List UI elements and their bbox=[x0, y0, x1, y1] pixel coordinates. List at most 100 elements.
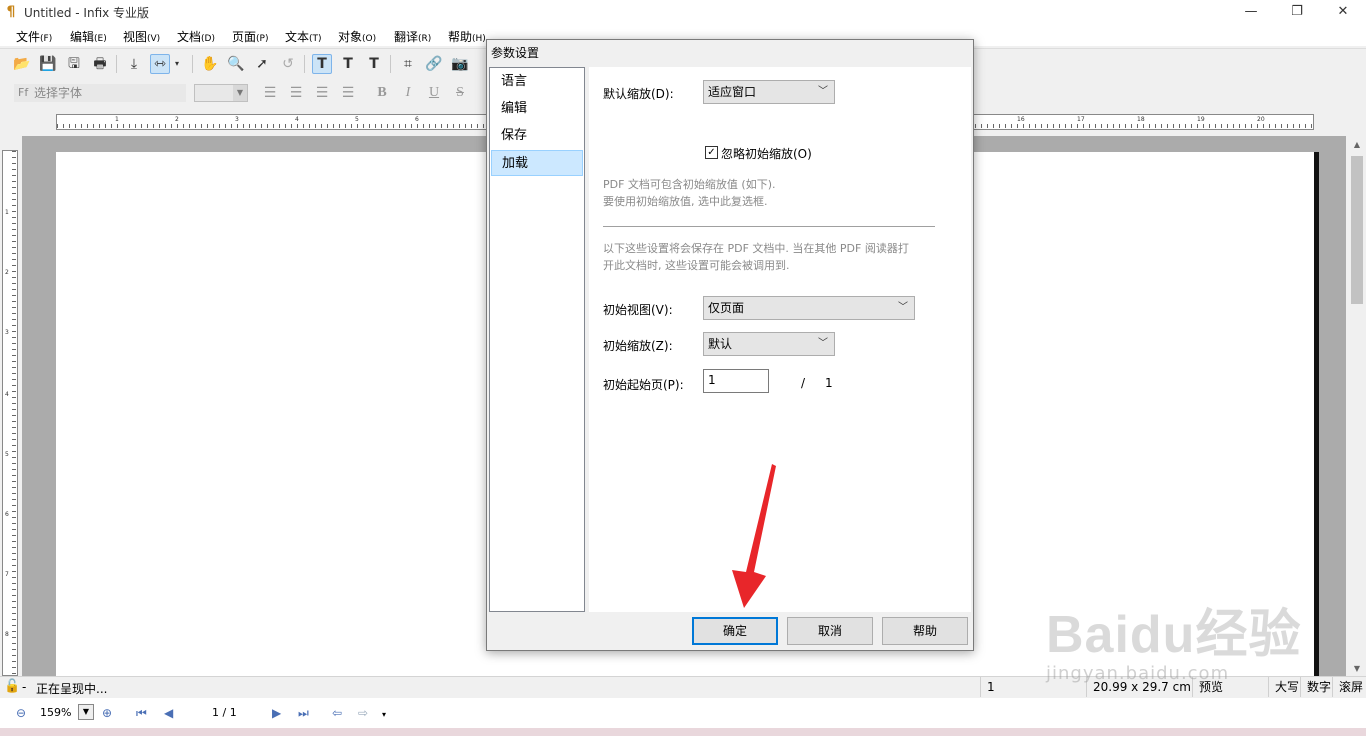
default-zoom-value: 适应窗口 bbox=[708, 85, 757, 99]
zoom-level: 159% bbox=[40, 706, 72, 719]
maximize-button[interactable]: ❐ bbox=[1274, 0, 1320, 24]
next-page-icon[interactable]: ▶ bbox=[272, 706, 281, 720]
ruler-number: 6 bbox=[415, 116, 419, 123]
font-size-select[interactable]: ▼ bbox=[194, 84, 248, 102]
close-button[interactable]: ✕ bbox=[1320, 0, 1366, 24]
save-as-icon[interactable]: 🖫 bbox=[64, 54, 84, 74]
watermark-logo: Baidu经验 bbox=[1046, 606, 1302, 664]
snapshot-icon[interactable]: 📷 bbox=[450, 54, 470, 74]
lock-icon: 🔓 bbox=[4, 679, 21, 694]
scrollbar-thumb[interactable] bbox=[1351, 156, 1363, 304]
navigation-bar: ⊖ 159% ▼ ⊕ ⏮ ◀ 1 / 1 ▶ ⏭ ⇦ ⇨ ▾ bbox=[0, 698, 1366, 728]
cancel-button[interactable]: 取消 bbox=[787, 617, 873, 645]
forward-icon[interactable]: ⇨ bbox=[358, 706, 368, 720]
export-icon[interactable]: ⤓ bbox=[124, 54, 144, 74]
text-tool-icon[interactable]: T bbox=[312, 54, 332, 74]
underline-button[interactable]: U bbox=[424, 84, 444, 102]
link-icon[interactable]: 🔗 bbox=[424, 54, 444, 74]
prev-page-icon[interactable]: ◀ bbox=[164, 706, 173, 720]
print-icon[interactable]: 🖶 bbox=[90, 54, 110, 74]
zoom-dropdown-icon[interactable]: ▼ bbox=[78, 704, 94, 720]
align-center-icon[interactable]: ☰ bbox=[286, 84, 306, 102]
bold-button[interactable]: B bbox=[372, 84, 392, 102]
initial-zoom-combo[interactable]: 默认 ﹀ bbox=[703, 332, 835, 356]
scroll-up-icon[interactable]: ▲ bbox=[1348, 140, 1366, 149]
ruler-number: 2 bbox=[5, 269, 9, 276]
chevron-down-icon: ﹀ bbox=[898, 302, 908, 313]
initial-view-value: 仅页面 bbox=[708, 301, 745, 315]
app-icon: ¶ bbox=[6, 4, 16, 20]
font-select[interactable]: 选择字体 bbox=[14, 84, 186, 102]
zoom-in-icon[interactable]: ⊕ bbox=[102, 706, 112, 720]
menu-translate[interactable]: 翻译(R) bbox=[394, 28, 431, 45]
category-edit[interactable]: 编辑 bbox=[491, 96, 583, 122]
select-arrow-icon[interactable]: ➚ bbox=[252, 54, 272, 74]
menu-file[interactable]: 文件(F) bbox=[16, 28, 52, 45]
zoom-tool-icon[interactable]: 🔍 bbox=[226, 54, 246, 74]
zoom-hint-line1: PDF 文档可包含初始缩放值 (如下). bbox=[603, 178, 776, 191]
open-icon[interactable]: 📂 bbox=[12, 54, 32, 74]
status-scroll: 滚屏 bbox=[1332, 677, 1365, 697]
status-message: 正在呈现中... bbox=[36, 682, 108, 696]
window-title: Untitled - Infix 专业版 bbox=[24, 6, 150, 20]
ruler-number: 1 bbox=[115, 116, 119, 123]
ruler-number: 6 bbox=[5, 511, 9, 518]
italic-button[interactable]: I bbox=[398, 84, 418, 102]
first-page-icon[interactable]: ⏮ bbox=[136, 706, 147, 721]
ok-button[interactable]: 确定 bbox=[692, 617, 778, 645]
ruler-number: 2 bbox=[175, 116, 179, 123]
default-zoom-label: 默认缩放(D): bbox=[603, 87, 674, 101]
menu-edit[interactable]: 编辑(E) bbox=[70, 28, 107, 45]
category-language[interactable]: 语言 bbox=[491, 69, 583, 95]
ruler-number: 7 bbox=[5, 571, 9, 578]
fit-width-icon[interactable]: ⇿ bbox=[150, 54, 170, 74]
strike-button[interactable]: S bbox=[450, 84, 470, 102]
initial-zoom-value: 默认 bbox=[708, 337, 733, 351]
ruler-number: 18 bbox=[1137, 116, 1145, 123]
justify-icon[interactable]: ☰ bbox=[338, 84, 358, 102]
category-save[interactable]: 保存 bbox=[491, 123, 583, 149]
dialog-title: 参数设置 bbox=[491, 46, 540, 60]
align-left-icon[interactable]: ☰ bbox=[260, 84, 280, 102]
ruler-number: 4 bbox=[5, 391, 9, 398]
ignore-zoom-checkbox[interactable]: ✓ bbox=[705, 146, 718, 159]
back-icon[interactable]: ⇦ bbox=[332, 706, 342, 720]
ignore-zoom-label[interactable]: 忽略初始缩放(O) bbox=[721, 145, 812, 162]
text-format-icon[interactable]: T bbox=[364, 54, 384, 74]
status-num: 数字 bbox=[1300, 677, 1333, 697]
initial-view-combo[interactable]: 仅页面 ﹀ bbox=[703, 296, 915, 320]
watermark: Baidu经验 jingyan.baidu.com bbox=[1046, 592, 1301, 684]
minimize-button[interactable]: — bbox=[1228, 0, 1274, 24]
crop-icon[interactable]: ⌗ bbox=[398, 54, 418, 74]
chevron-down-icon: ﹀ bbox=[818, 86, 828, 97]
menu-document[interactable]: 文档(D) bbox=[177, 28, 215, 45]
taskbar-strip bbox=[0, 728, 1366, 736]
menu-view[interactable]: 视图(V) bbox=[123, 28, 160, 45]
help-button[interactable]: 帮助 bbox=[882, 617, 968, 645]
text-box-icon[interactable]: T bbox=[338, 54, 358, 74]
chevron-down-icon: ﹀ bbox=[818, 338, 828, 349]
hand-tool-icon[interactable]: ✋ bbox=[200, 54, 220, 74]
ruler-number: 20 bbox=[1257, 116, 1265, 123]
save-icon[interactable]: 💾 bbox=[38, 54, 58, 74]
vertical-ruler: 1 2 3 4 5 6 7 8 bbox=[2, 150, 18, 676]
align-right-icon[interactable]: ☰ bbox=[312, 84, 332, 102]
history-dropdown-icon[interactable]: ▾ bbox=[382, 710, 386, 719]
default-zoom-combo[interactable]: 适应窗口 ﹀ bbox=[703, 80, 835, 104]
undo-icon[interactable]: ↺ bbox=[278, 54, 298, 74]
start-page-input[interactable]: 1 bbox=[703, 369, 769, 393]
scroll-down-icon[interactable]: ▼ bbox=[1348, 664, 1366, 673]
menu-help[interactable]: 帮助(H) bbox=[448, 28, 486, 45]
menu-text[interactable]: 文本(T) bbox=[285, 28, 322, 45]
category-load[interactable]: 加载 bbox=[491, 150, 583, 176]
last-page-icon[interactable]: ⏭ bbox=[298, 706, 309, 721]
ruler-number: 17 bbox=[1077, 116, 1085, 123]
fit-dropdown-icon[interactable]: ▾ bbox=[172, 54, 182, 74]
ruler-number: 5 bbox=[5, 451, 9, 458]
initial-zoom-label: 初始缩放(Z): bbox=[603, 339, 673, 353]
zoom-out-icon[interactable]: ⊖ bbox=[16, 706, 26, 720]
menu-object[interactable]: 对象(O) bbox=[338, 28, 376, 45]
menu-page[interactable]: 页面(P) bbox=[232, 28, 268, 45]
start-page-label: 初始起始页(P): bbox=[603, 378, 684, 392]
category-list: 语言 编辑 保存 加载 bbox=[489, 67, 585, 612]
